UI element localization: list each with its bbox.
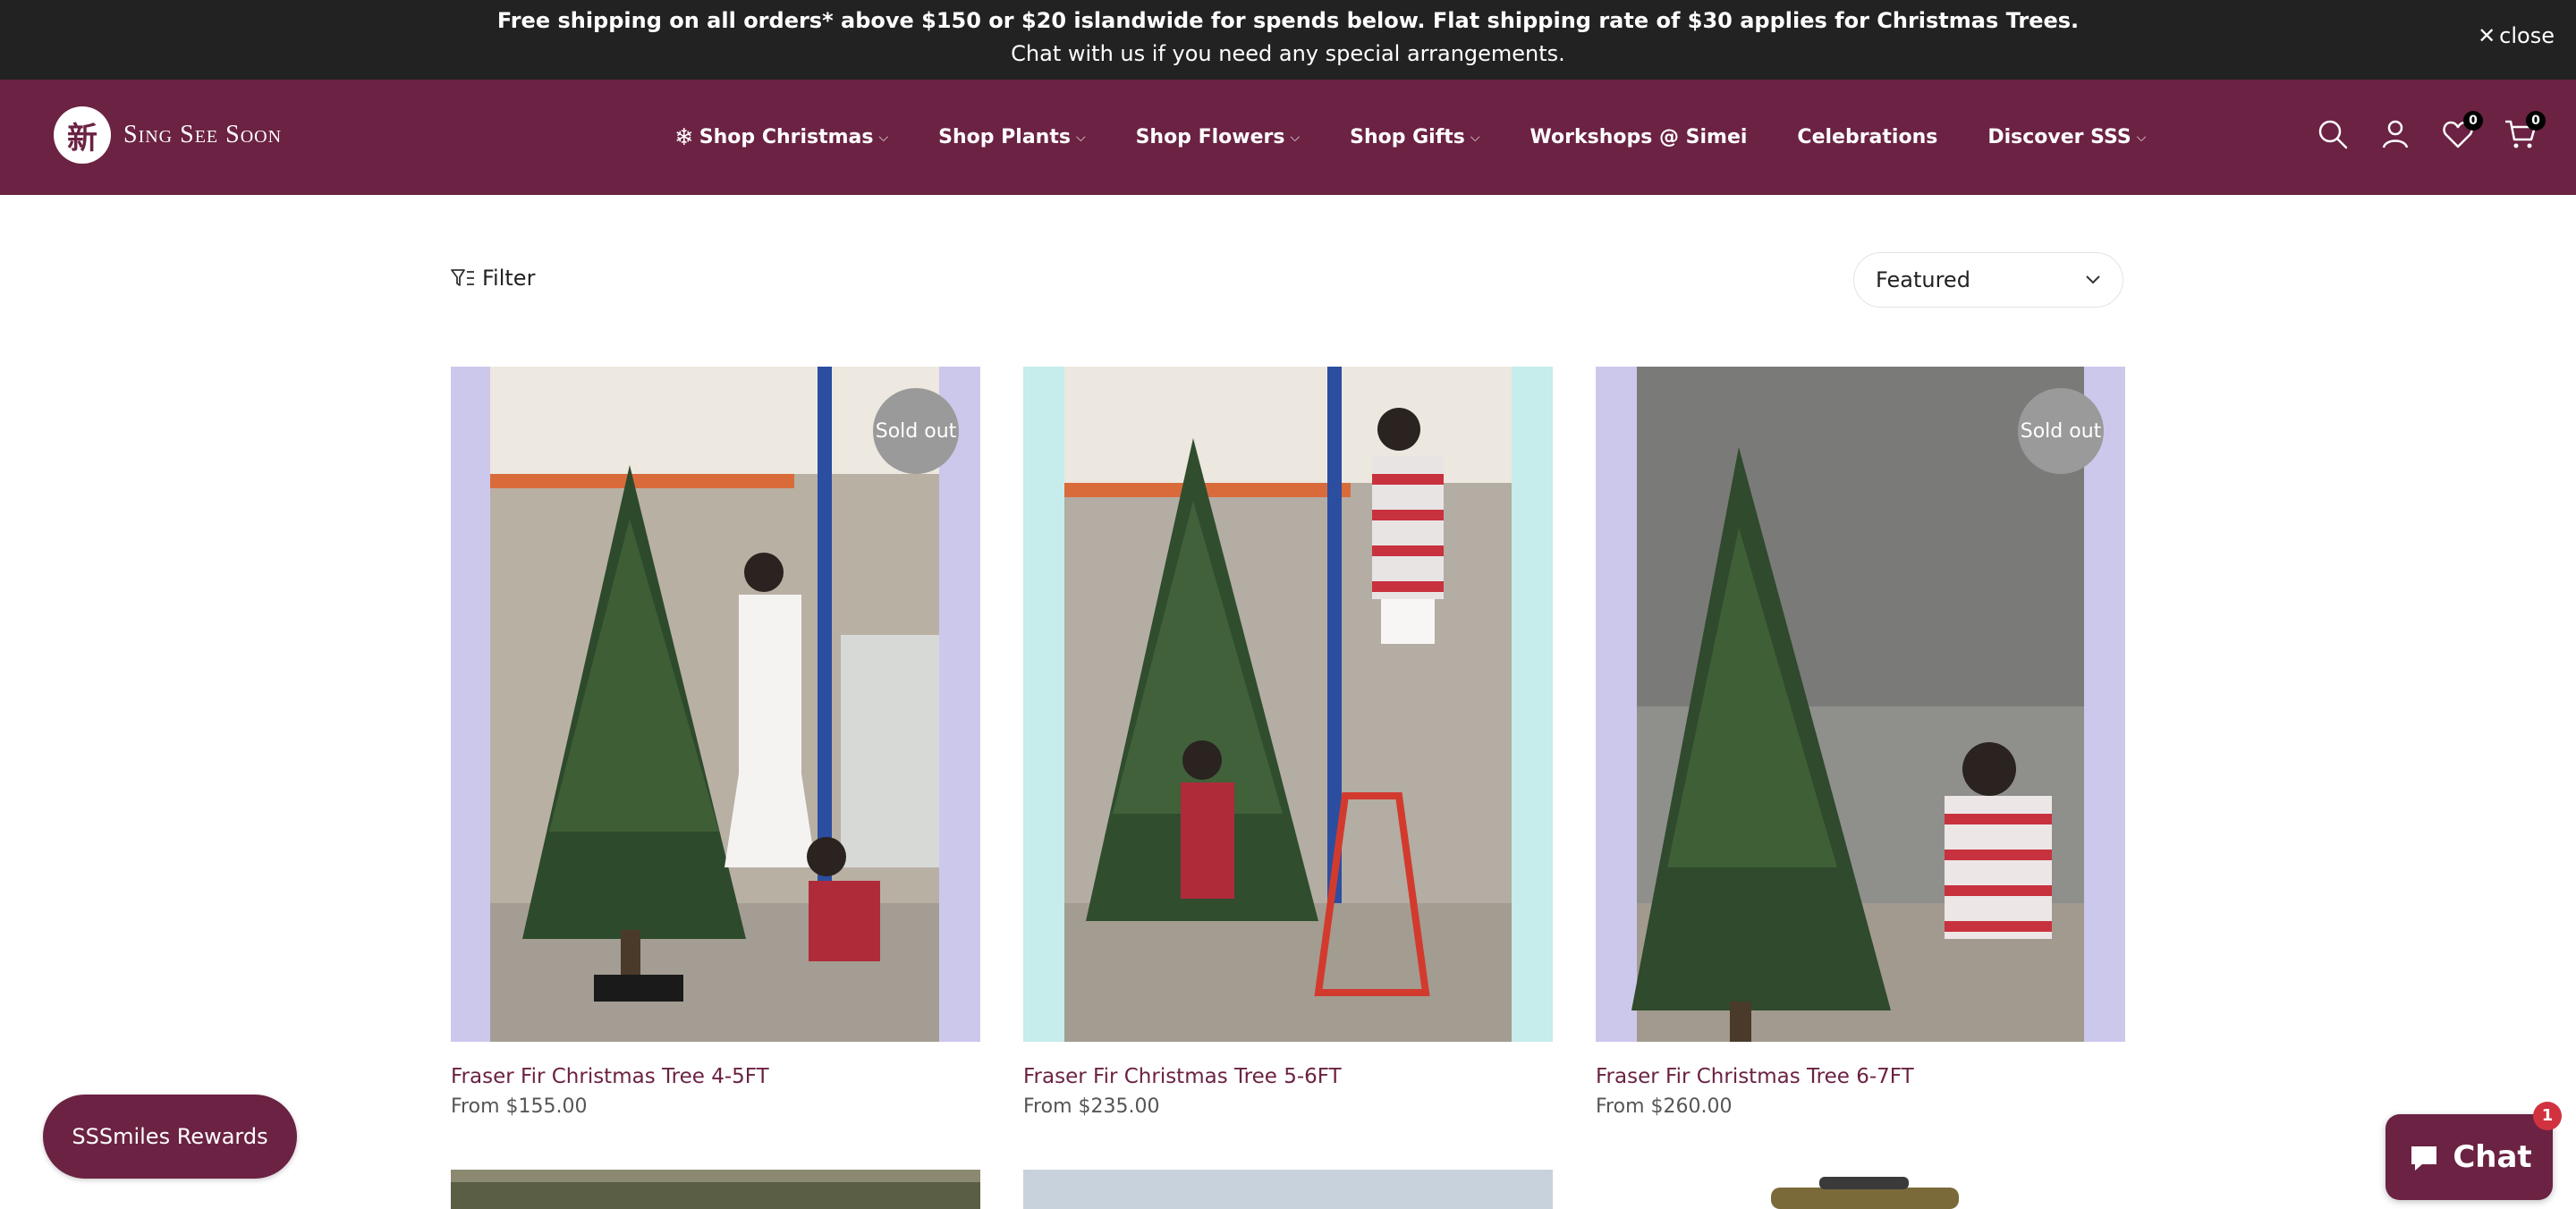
chevron-down-icon: ⌵ [878, 130, 889, 145]
announcement-close-button[interactable]: ✕ close [2478, 22, 2555, 49]
rewards-button[interactable]: SSSmiles Rewards [43, 1095, 297, 1179]
nav-shop-flowers[interactable]: Shop Flowers ⌵ [1136, 126, 1301, 148]
announcement-text-chat: Chat with us if you need any special arr… [1011, 41, 1565, 66]
nav-discover-sss[interactable]: Discover SSS ⌵ [1987, 126, 2146, 148]
product-photo [1023, 367, 1553, 1042]
sold-out-badge: Sold out [2018, 388, 2104, 474]
product-title[interactable]: Fraser Fir Christmas Tree 5-6FT [1023, 1065, 1553, 1088]
chat-unread-badge: 1 [2533, 1102, 2562, 1130]
nav-label: Shop Plants [938, 126, 1071, 148]
snowflake-icon: ❄ [674, 123, 694, 151]
chevron-down-icon: ⌵ [1290, 130, 1301, 145]
nav-shop-christmas[interactable]: ❄ Shop Christmas ⌵ [674, 124, 888, 151]
nav-label: Shop Christmas [699, 126, 874, 148]
filter-icon [451, 269, 474, 286]
nav-label: Shop Gifts [1350, 126, 1465, 148]
announcement-text-shipping: Free shipping on all orders* above $150 … [496, 8, 2080, 33]
product-title[interactable]: Fraser Fir Christmas Tree 4-5FT [451, 1065, 980, 1088]
chat-label: Chat [2453, 1139, 2532, 1175]
user-icon [2382, 120, 2409, 148]
announcement-bar: Free shipping on all orders* above $150 … [0, 0, 2576, 80]
sold-out-badge: Sold out [873, 388, 959, 474]
account-button[interactable] [2377, 116, 2413, 152]
product-price: From $235.00 [1023, 1095, 1160, 1118]
logo-mark: 新 [54, 106, 111, 164]
nav-label: Celebrations [1797, 126, 1938, 148]
chevron-down-icon: ⌵ [1075, 130, 1086, 145]
site-logo[interactable]: 新 Sing See Soon [54, 106, 282, 164]
close-label: close [2499, 23, 2555, 48]
product-image[interactable] [1023, 367, 1553, 1042]
product-photo [1596, 1170, 2125, 1209]
product-photo [1023, 1170, 1553, 1209]
nav-celebrations[interactable]: Celebrations [1797, 126, 1937, 148]
product-image-next[interactable] [1596, 1170, 2125, 1209]
wishlist-button[interactable]: 0 [2440, 111, 2483, 152]
chat-button[interactable]: Chat 1 [2385, 1102, 2562, 1200]
product-photo [451, 1170, 980, 1209]
chevron-down-icon: ⌵ [1470, 130, 1480, 145]
header-icons: 0 0 [2315, 111, 2546, 152]
close-icon: ✕ [2478, 23, 2496, 48]
logo-text: Sing See Soon [123, 121, 283, 148]
nav-label: Discover SSS [1987, 126, 2131, 148]
product-card[interactable]: Sold out Fraser Fir Christmas Tree 6-7FT… [1596, 367, 2125, 1118]
nav-workshops[interactable]: Workshops @ Simei [1530, 126, 1748, 148]
product-card[interactable]: Fraser Fir Christmas Tree 5-6FT From $23… [1023, 367, 1553, 1118]
product-price: From $260.00 [1596, 1095, 1733, 1118]
chevron-down-icon [2086, 275, 2100, 284]
product-title[interactable]: Fraser Fir Christmas Tree 6-7FT [1596, 1065, 2125, 1088]
nav-label: Shop Flowers [1135, 126, 1285, 148]
chat-icon [2411, 1146, 2437, 1171]
site-header: 新 Sing See Soon ❄ Shop Christmas ⌵ Shop … [0, 80, 2576, 195]
nav-shop-plants[interactable]: Shop Plants ⌵ [938, 126, 1085, 148]
product-card[interactable]: Sold out Fraser Fir Christmas Tree 4-5FT… [451, 367, 980, 1118]
main-nav: ❄ Shop Christmas ⌵ Shop Plants ⌵ Shop Fl… [674, 80, 2196, 195]
product-image-next[interactable] [1023, 1170, 1553, 1209]
sort-select[interactable]: Featured [1853, 252, 2123, 308]
filter-button[interactable]: Filter [450, 266, 535, 291]
cart-button[interactable]: 0 [2503, 111, 2546, 152]
sort-selected-value: Featured [1876, 267, 1970, 292]
nav-label: Workshops @ Simei [1530, 126, 1748, 148]
nav-shop-gifts[interactable]: Shop Gifts ⌵ [1350, 126, 1479, 148]
cart-count-badge: 0 [2526, 111, 2546, 131]
product-price: From $155.00 [451, 1095, 588, 1118]
filter-label: Filter [482, 266, 536, 291]
product-image-next[interactable] [451, 1170, 980, 1209]
product-image[interactable]: Sold out [1596, 367, 2125, 1042]
search-icon [2318, 120, 2348, 149]
product-image[interactable]: Sold out [451, 367, 980, 1042]
chevron-down-icon: ⌵ [2136, 130, 2147, 145]
wishlist-count-badge: 0 [2463, 111, 2483, 131]
search-button[interactable] [2315, 116, 2351, 152]
